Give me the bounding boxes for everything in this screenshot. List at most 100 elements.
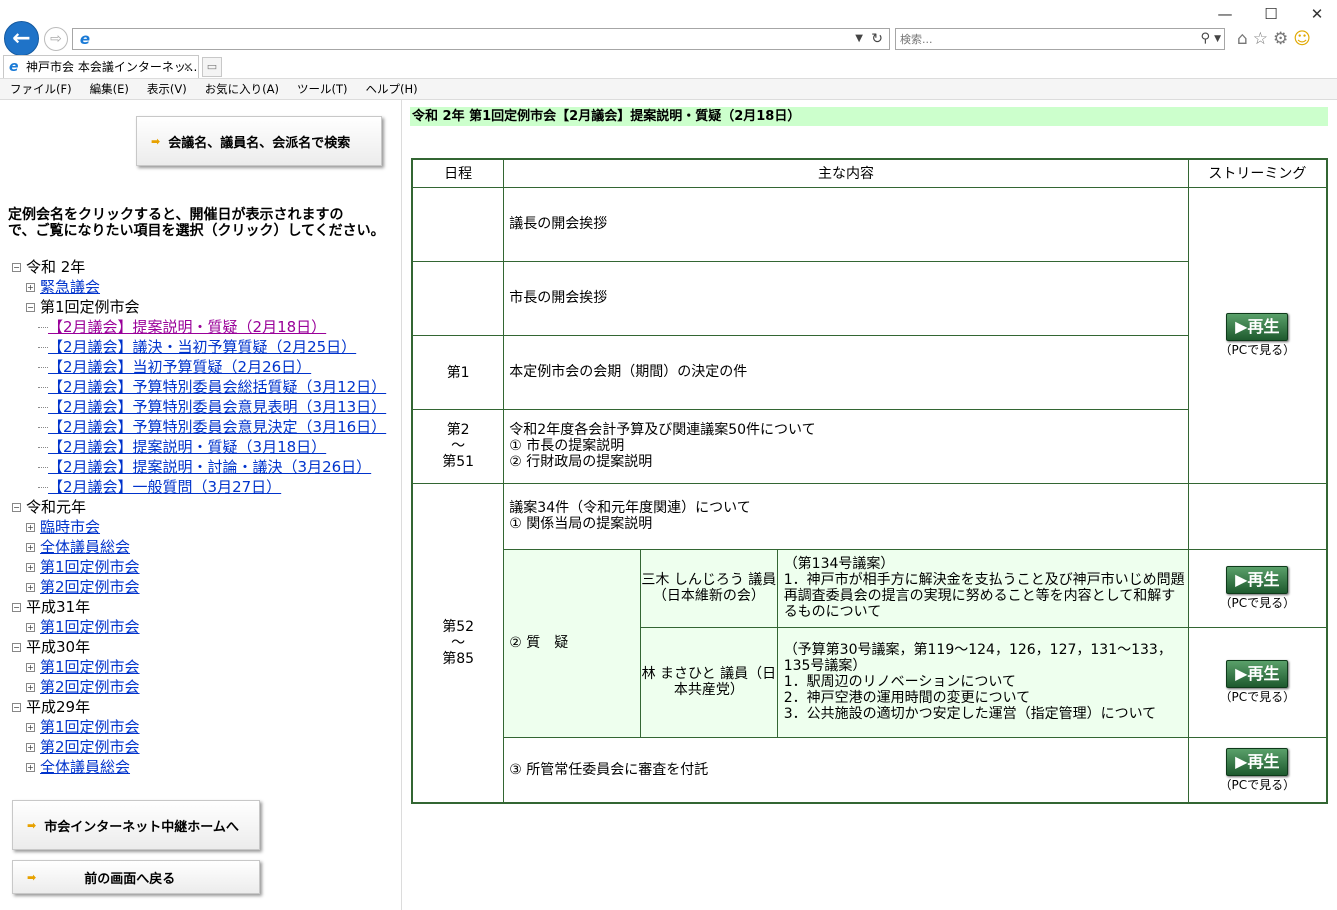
tree-item[interactable]: + 第2回定例市会 (12, 737, 386, 757)
tree-item[interactable]: + 緊急議会 (12, 277, 386, 297)
tree-link[interactable]: 【2月議会】提案説明・質疑（2月18日） (48, 317, 326, 337)
back-button[interactable]: ← (4, 21, 39, 56)
collapse-icon[interactable]: − (12, 502, 21, 512)
play-button[interactable]: ▶再生 (1226, 313, 1289, 341)
play-triangle-icon: ▶ (1235, 570, 1248, 589)
search-by-name-button[interactable]: ➡ 会議名、議員名、会派名で検索 (136, 116, 382, 166)
tree-item[interactable]: + 全体議員総会 (12, 757, 386, 777)
tree-item[interactable]: 【2月議会】提案説明・質疑（3月18日） (12, 437, 386, 457)
play-button[interactable]: ▶再生 (1226, 747, 1289, 776)
schedule-cell: 第2 〜 第51 (411, 408, 505, 484)
tree-item[interactable]: 【2月議会】予算特別委員会総括質疑（3月12日） (12, 377, 386, 397)
expand-icon[interactable]: + (26, 662, 35, 672)
search-dropdown-icon[interactable]: ▼ (1214, 31, 1221, 47)
tree-link[interactable]: 全体議員総会 (40, 537, 130, 557)
address-bar[interactable]: e ▼ ↻ (72, 28, 890, 50)
play-button[interactable]: ▶再生 (1226, 566, 1289, 594)
previous-screen-button[interactable]: ➡ 前の画面へ戻る (12, 860, 260, 894)
pc-view-link[interactable]: （PCで見る） (1189, 343, 1326, 357)
expand-icon[interactable]: + (26, 522, 35, 532)
tree-link[interactable]: 【2月議会】当初予算質疑（2月26日） (48, 357, 311, 377)
search-input[interactable] (900, 30, 1180, 48)
collapse-icon[interactable]: − (12, 602, 21, 612)
tree-link[interactable]: 【2月議会】提案説明・質疑（3月18日） (48, 437, 326, 457)
tree-link[interactable]: 第2回定例市会 (40, 737, 140, 757)
tree-link[interactable]: 緊急議会 (40, 277, 100, 297)
menu-tools[interactable]: ツール(T) (297, 79, 348, 99)
minimize-icon[interactable]: — (1215, 4, 1235, 24)
feedback-smiley-icon[interactable]: ☺ (1293, 28, 1311, 50)
tree-item[interactable]: + 第2回定例市会 (12, 577, 386, 597)
search-icon[interactable]: ⚲ (1200, 30, 1210, 48)
favorites-star-icon[interactable]: ☆ (1253, 28, 1268, 50)
tree-link[interactable]: 全体議員総会 (40, 757, 130, 777)
tree-item[interactable]: + 第1回定例市会 (12, 717, 386, 737)
expand-icon[interactable]: + (26, 762, 35, 772)
menu-help[interactable]: ヘルプ(H) (366, 79, 418, 99)
tab-close-icon[interactable]: ✕ (183, 56, 193, 78)
menu-edit[interactable]: 編集(E) (90, 79, 129, 99)
close-icon[interactable]: ✕ (1307, 4, 1327, 24)
schedule-cell (411, 260, 505, 336)
expand-icon[interactable]: + (26, 622, 35, 632)
tree-link[interactable]: 臨時市会 (40, 517, 100, 537)
schedule-table: 日程 主な内容 ストリーミング 議長の開会挨拶 ▶再生 （PCで見る） 市長の開… (411, 158, 1328, 804)
expand-icon[interactable]: + (26, 282, 35, 292)
refresh-icon[interactable]: ↻ (871, 30, 883, 48)
tree-link[interactable]: 【2月議会】予算特別委員会意見表明（3月13日） (48, 397, 386, 417)
left-panel: ➡ 会議名、議員名、会派名で検索 定例会名をクリックすると、開催日が表示されます… (0, 100, 402, 910)
tree-connector (38, 418, 48, 428)
tree-item[interactable]: + 第1回定例市会 (12, 657, 386, 677)
tree-item[interactable]: + 第2回定例市会 (12, 677, 386, 697)
browser-tab[interactable]: e 神戸市会 本会議インターネッ... ✕ (3, 55, 199, 78)
tree-item[interactable]: 【2月議会】予算特別委員会意見決定（3月16日） (12, 417, 386, 437)
menu-file[interactable]: ファイル(F) (10, 79, 72, 99)
play-button[interactable]: ▶再生 (1226, 660, 1289, 688)
tree-item[interactable]: 【2月議会】提案説明・討論・議決（3月26日） (12, 457, 386, 477)
address-dropdown-icon[interactable]: ▼ (855, 31, 863, 47)
gear-icon[interactable]: ⚙ (1273, 28, 1288, 50)
internet-broadcast-home-button[interactable]: ➡ 市会インターネット中継ホームへ (12, 800, 260, 850)
tree-item[interactable]: + 臨時市会 (12, 517, 386, 537)
tree-link[interactable]: 【2月議会】予算特別委員会総括質疑（3月12日） (48, 377, 386, 397)
tree-item[interactable]: + 第1回定例市会 (12, 617, 386, 637)
expand-icon[interactable]: + (26, 542, 35, 552)
pc-view-link[interactable]: （PCで見る） (1189, 596, 1326, 610)
tree-link[interactable]: 第2回定例市会 (40, 577, 140, 597)
tree-link[interactable]: 【2月議会】予算特別委員会意見決定（3月16日） (48, 417, 386, 437)
collapse-icon[interactable]: − (12, 702, 21, 712)
tree-link[interactable]: 【2月議会】提案説明・討論・議決（3月26日） (48, 457, 371, 477)
tree-link[interactable]: 【2月議会】一般質問（3月27日） (48, 477, 281, 497)
expand-icon[interactable]: + (26, 722, 35, 732)
tree-item[interactable]: 【2月議会】当初予算質疑（2月26日） (12, 357, 386, 377)
maximize-icon[interactable]: ☐ (1261, 4, 1281, 24)
expand-icon[interactable]: + (26, 742, 35, 752)
tree-item[interactable]: 【2月議会】予算特別委員会意見表明（3月13日） (12, 397, 386, 417)
tree-link[interactable]: 【2月議会】議決・当初予算質疑（2月25日） (48, 337, 356, 357)
expand-icon[interactable]: + (26, 682, 35, 692)
tree-link[interactable]: 第1回定例市会 (40, 657, 140, 677)
tree-link[interactable]: 第1回定例市会 (40, 617, 140, 637)
home-icon[interactable]: ⌂ (1237, 28, 1248, 50)
pc-view-link[interactable]: （PCで見る） (1189, 778, 1326, 792)
tree-link[interactable]: 第1回定例市会 (40, 557, 140, 577)
expand-icon[interactable]: + (26, 582, 35, 592)
expand-icon[interactable]: + (26, 562, 35, 572)
collapse-icon[interactable]: − (12, 642, 21, 652)
tree-item[interactable]: 【2月議会】提案説明・質疑（2月18日） (12, 317, 386, 337)
tree-item[interactable]: 【2月議会】議決・当初予算質疑（2月25日） (12, 337, 386, 357)
tree-item[interactable]: 【2月議会】一般質問（3月27日） (12, 477, 386, 497)
collapse-icon[interactable]: − (26, 302, 35, 312)
pc-view-link[interactable]: （PCで見る） (1189, 690, 1326, 704)
tree-item[interactable]: + 第1回定例市会 (12, 557, 386, 577)
new-tab-button[interactable]: ▭ (202, 57, 222, 77)
collapse-icon[interactable]: − (12, 262, 21, 272)
tree-item: − 平成29年 (12, 697, 386, 717)
search-box[interactable]: ⚲ ▼ (895, 28, 1225, 50)
forward-button[interactable]: ⇨ (44, 27, 68, 51)
menu-view[interactable]: 表示(V) (147, 79, 187, 99)
tree-link[interactable]: 第1回定例市会 (40, 717, 140, 737)
menu-favorites[interactable]: お気に入り(A) (205, 79, 279, 99)
tree-link[interactable]: 第2回定例市会 (40, 677, 140, 697)
tree-item[interactable]: + 全体議員総会 (12, 537, 386, 557)
